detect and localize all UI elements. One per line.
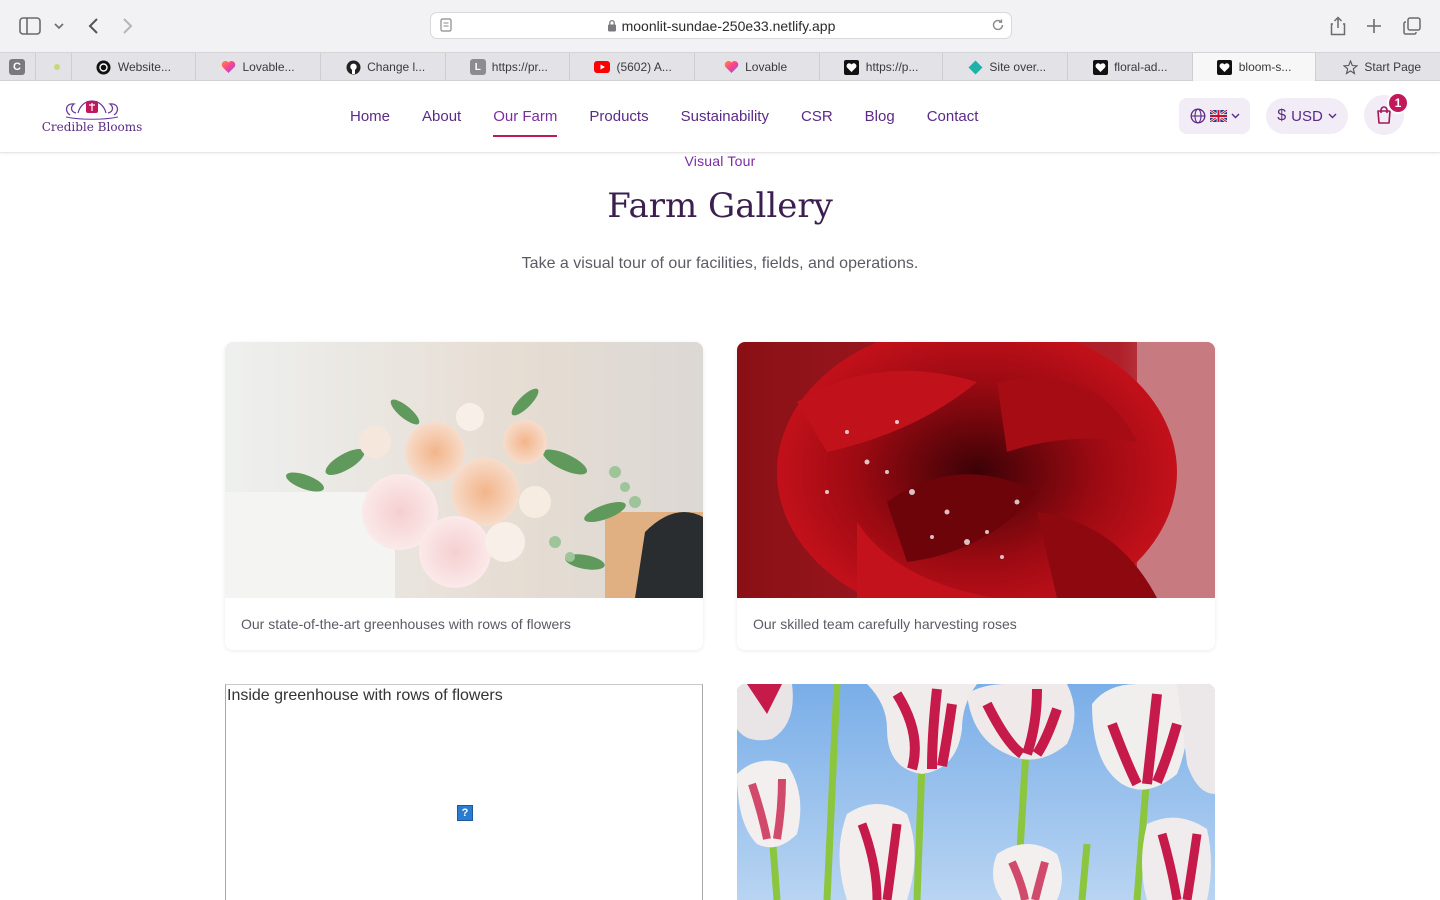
nav-blog[interactable]: Blog	[865, 107, 895, 127]
github-icon	[345, 59, 361, 75]
chevron-down-icon	[1328, 113, 1337, 119]
globe-icon	[1190, 108, 1206, 124]
tab-https-pr[interactable]: L https://pr...	[446, 53, 571, 81]
tab-website[interactable]: Website...	[72, 53, 197, 81]
tab-bar: C Website... Lovable... Change l... L ht…	[0, 52, 1440, 81]
currency-label: USD	[1291, 107, 1323, 125]
logo-text: Credible Blooms	[41, 120, 143, 134]
heart-icon	[723, 59, 739, 75]
tab-lovable-1[interactable]: Lovable...	[196, 53, 322, 81]
heart-outline-icon	[844, 59, 860, 75]
broken-image[interactable]: Inside greenhouse with rows of flowers ?	[225, 684, 703, 900]
tulips-photo	[737, 684, 1215, 900]
url-text: moonlit-sundae-250e33.netlify.app	[621, 17, 836, 34]
logo-emblem-icon	[65, 100, 119, 120]
red-rose-photo	[737, 342, 1215, 598]
tab-lovable-2[interactable]: Lovable	[695, 53, 820, 81]
heart-outline-icon	[1217, 59, 1233, 75]
gallery-card[interactable]	[737, 684, 1215, 900]
broken-image-icon: ?	[457, 805, 473, 821]
nav-our-farm[interactable]: Our Farm	[493, 107, 558, 137]
page-title: Farm Gallery	[607, 186, 833, 226]
cart-count-badge: 1	[1387, 92, 1409, 114]
uk-flag-icon	[1209, 110, 1227, 122]
page-subtitle: Take a visual tour of our facilities, fi…	[521, 255, 919, 272]
currency-selector[interactable]: $ USD	[1266, 98, 1348, 134]
tab-github[interactable]: Change l...	[321, 53, 446, 81]
image-alt-text: Inside greenhouse with rows of flowers	[227, 687, 503, 704]
openai-icon	[96, 59, 112, 75]
new-tab-icon[interactable]	[1361, 13, 1387, 39]
tab-bloom-active[interactable]: bloom-s...	[1192, 53, 1317, 81]
dollar-icon: $	[1277, 107, 1287, 124]
nav-home[interactable]: Home	[350, 107, 390, 127]
tab-start-page[interactable]: Start Page	[1316, 53, 1440, 81]
nav-contact[interactable]: Contact	[927, 107, 979, 127]
tab-https-p[interactable]: https://p...	[820, 53, 944, 81]
forward-icon[interactable]	[115, 13, 141, 39]
nav-sustainability[interactable]: Sustainability	[681, 107, 769, 127]
chevron-down-icon[interactable]	[48, 13, 70, 39]
nav-about[interactable]: About	[422, 107, 461, 127]
sidebar-toggle-icon[interactable]	[17, 13, 43, 39]
lock-icon	[607, 19, 617, 32]
youtube-icon	[594, 59, 611, 75]
section-eyebrow: Visual Tour	[684, 153, 756, 169]
site-logo[interactable]: Credible Blooms	[40, 93, 144, 141]
chevron-down-icon	[1231, 113, 1240, 119]
reload-icon[interactable]	[991, 18, 1005, 35]
heart-icon	[220, 59, 236, 75]
tab-youtube[interactable]: (5602) A...	[570, 53, 696, 81]
browser-toolbar: moonlit-sundae-250e33.netlify.app	[0, 0, 1440, 52]
tab-pinned-c[interactable]: C	[0, 53, 36, 81]
heart-outline-icon	[1092, 59, 1108, 75]
l-letter-icon: L	[469, 59, 486, 75]
bouquet-photo	[225, 342, 703, 598]
back-icon[interactable]	[80, 13, 106, 39]
main-nav: Home About Our Farm Products Sustainabil…	[350, 81, 978, 153]
gallery-card[interactable]: Our skilled team carefully harvesting ro…	[737, 342, 1215, 650]
share-icon[interactable]	[1325, 13, 1351, 39]
dot-icon	[49, 59, 65, 75]
nav-csr[interactable]: CSR	[801, 107, 833, 127]
page-icon	[440, 18, 452, 35]
gallery-caption: Our skilled team carefully harvesting ro…	[753, 616, 1017, 632]
site-header: Credible Blooms Home About Our Farm Prod…	[0, 81, 1440, 153]
address-bar[interactable]: moonlit-sundae-250e33.netlify.app	[430, 12, 1012, 39]
c-letter-icon: C	[9, 59, 25, 75]
netlify-icon	[967, 59, 983, 75]
nav-products[interactable]: Products	[589, 107, 648, 127]
tab-netlify[interactable]: Site over...	[943, 53, 1069, 81]
tab-overview-icon[interactable]	[1399, 13, 1425, 39]
star-icon	[1342, 59, 1358, 75]
tab-floral[interactable]: floral-ad...	[1068, 53, 1193, 81]
gallery-card[interactable]: Our state-of-the-art greenhouses with ro…	[225, 342, 703, 650]
tab-pinned-dot[interactable]	[36, 53, 72, 81]
gallery-caption: Our state-of-the-art greenhouses with ro…	[241, 616, 571, 632]
language-selector[interactable]	[1179, 98, 1250, 134]
